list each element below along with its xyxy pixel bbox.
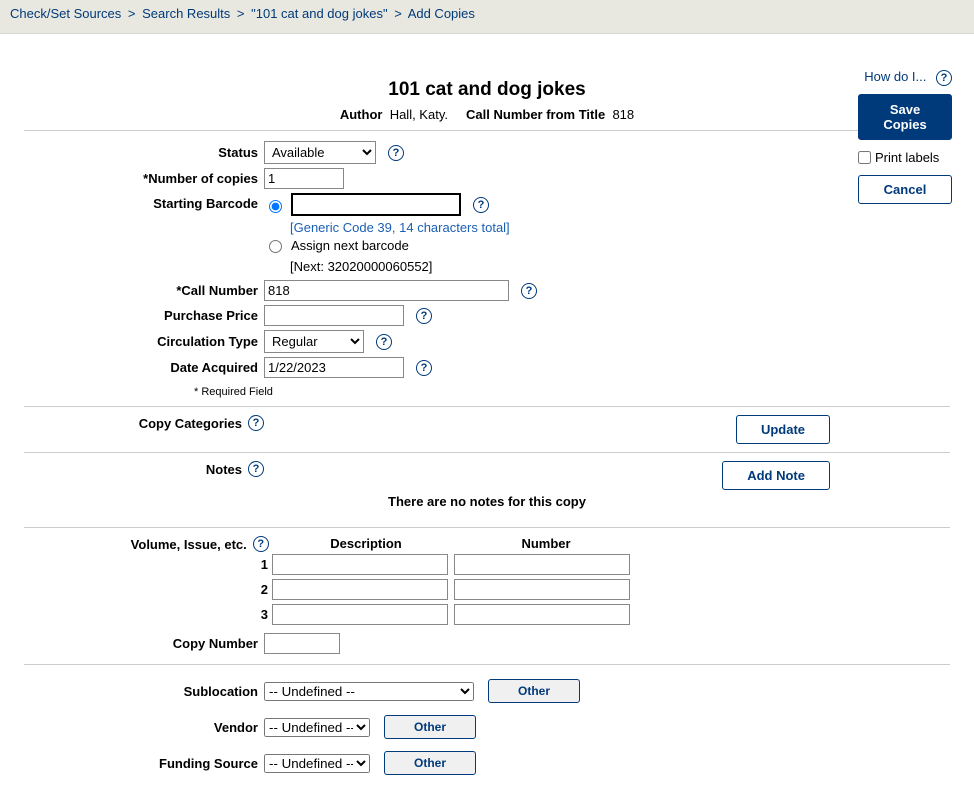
volume-label: Volume, Issue, etc. bbox=[131, 537, 247, 552]
funding-other-button[interactable]: Other bbox=[384, 751, 476, 775]
help-icon[interactable]: ? bbox=[473, 197, 489, 213]
print-labels-row[interactable]: Print labels bbox=[858, 150, 952, 165]
volume-desc-2-input[interactable] bbox=[272, 579, 448, 600]
copy-number-input[interactable] bbox=[264, 633, 340, 654]
title-block: 101 cat and dog jokes Author Hall, Katy.… bbox=[14, 79, 960, 122]
volume-row-index: 2 bbox=[24, 582, 272, 597]
divider bbox=[24, 527, 950, 528]
copy-categories-label: Copy Categories bbox=[24, 416, 242, 431]
help-icon[interactable]: ? bbox=[248, 415, 264, 431]
volume-num-3-input[interactable] bbox=[454, 604, 630, 625]
status-label: Status bbox=[24, 145, 264, 160]
assign-next-barcode-radio[interactable] bbox=[269, 240, 282, 253]
divider bbox=[24, 130, 950, 131]
volume-row-index: 3 bbox=[24, 607, 272, 622]
next-barcode-value: [Next: 32020000060552] bbox=[290, 259, 950, 274]
breadcrumb-link-2[interactable]: "101 cat and dog jokes" bbox=[251, 6, 387, 21]
help-icon[interactable]: ? bbox=[521, 283, 537, 299]
circulation-type-select[interactable]: Regular bbox=[264, 330, 364, 353]
breadcrumb-sep: > bbox=[237, 6, 245, 21]
volume-desc-3-input[interactable] bbox=[272, 604, 448, 625]
date-acquired-label: Date Acquired bbox=[24, 360, 264, 375]
callnum-from-title-value: 818 bbox=[612, 107, 634, 122]
breadcrumb-link-1[interactable]: Search Results bbox=[142, 6, 230, 21]
sublocation-label: Sublocation bbox=[24, 684, 264, 699]
volume-number-header: Number bbox=[456, 536, 636, 552]
breadcrumb: Check/Set Sources > Search Results > "10… bbox=[0, 0, 974, 34]
call-number-input[interactable] bbox=[264, 280, 509, 301]
breadcrumb-current: Add Copies bbox=[408, 6, 475, 21]
volume-num-1-input[interactable] bbox=[454, 554, 630, 575]
print-labels-label: Print labels bbox=[875, 150, 939, 165]
notes-label: Notes bbox=[24, 462, 242, 477]
breadcrumb-sep: > bbox=[394, 6, 402, 21]
volume-row-index: 1 bbox=[24, 557, 272, 572]
date-acquired-input[interactable] bbox=[264, 357, 404, 378]
sublocation-other-button[interactable]: Other bbox=[488, 679, 580, 703]
divider bbox=[24, 664, 950, 665]
purchase-price-label: Purchase Price bbox=[24, 308, 264, 323]
callnum-from-title-label: Call Number from Title bbox=[466, 107, 605, 122]
required-field-note: * Required Field bbox=[194, 386, 950, 398]
author-label: Author bbox=[340, 107, 383, 122]
funding-source-label: Funding Source bbox=[24, 756, 264, 771]
breadcrumb-sep: > bbox=[128, 6, 136, 21]
help-icon[interactable]: ? bbox=[416, 360, 432, 376]
barcode-format-hint[interactable]: [Generic Code 39, 14 characters total] bbox=[290, 220, 510, 235]
volume-num-2-input[interactable] bbox=[454, 579, 630, 600]
sublocation-select[interactable]: -- Undefined -- bbox=[264, 682, 474, 701]
starting-barcode-label: Starting Barcode bbox=[24, 193, 264, 211]
purchase-price-input[interactable] bbox=[264, 305, 404, 326]
vendor-label: Vendor bbox=[24, 720, 264, 735]
starting-barcode-input[interactable] bbox=[291, 193, 461, 216]
help-row: How do I... ? bbox=[864, 69, 952, 86]
num-copies-input[interactable] bbox=[264, 168, 344, 189]
vendor-other-button[interactable]: Other bbox=[384, 715, 476, 739]
starting-barcode-radio[interactable] bbox=[269, 200, 282, 213]
funding-source-select[interactable]: -- Undefined -- bbox=[264, 754, 370, 773]
circulation-type-label: Circulation Type bbox=[24, 334, 264, 349]
copy-number-label: Copy Number bbox=[24, 636, 264, 651]
help-icon[interactable]: ? bbox=[388, 145, 404, 161]
num-copies-label: *Number of copies bbox=[24, 171, 264, 186]
divider bbox=[24, 406, 950, 407]
volume-desc-1-input[interactable] bbox=[272, 554, 448, 575]
help-icon[interactable]: ? bbox=[936, 70, 952, 86]
page-title: 101 cat and dog jokes bbox=[14, 79, 960, 101]
add-note-button[interactable]: Add Note bbox=[722, 461, 830, 490]
no-notes-message: There are no notes for this copy bbox=[24, 490, 950, 519]
update-button[interactable]: Update bbox=[736, 415, 830, 444]
help-icon[interactable]: ? bbox=[253, 536, 269, 552]
help-icon[interactable]: ? bbox=[416, 308, 432, 324]
divider bbox=[24, 452, 950, 453]
help-link[interactable]: How do I... bbox=[864, 69, 926, 84]
save-copies-button[interactable]: Save Copies bbox=[858, 94, 952, 140]
volume-description-header: Description bbox=[276, 536, 456, 552]
print-labels-checkbox[interactable] bbox=[858, 151, 871, 164]
side-actions: Save Copies Print labels Cancel bbox=[858, 94, 952, 204]
author-value: Hall, Katy. bbox=[390, 107, 448, 122]
vendor-select[interactable]: -- Undefined -- bbox=[264, 718, 370, 737]
cancel-button[interactable]: Cancel bbox=[858, 175, 952, 204]
call-number-label: *Call Number bbox=[24, 283, 264, 298]
breadcrumb-link-0[interactable]: Check/Set Sources bbox=[10, 6, 121, 21]
assign-next-barcode-label: Assign next barcode bbox=[291, 238, 409, 253]
status-select[interactable]: Available bbox=[264, 141, 376, 164]
help-icon[interactable]: ? bbox=[376, 334, 392, 350]
help-icon[interactable]: ? bbox=[248, 461, 264, 477]
